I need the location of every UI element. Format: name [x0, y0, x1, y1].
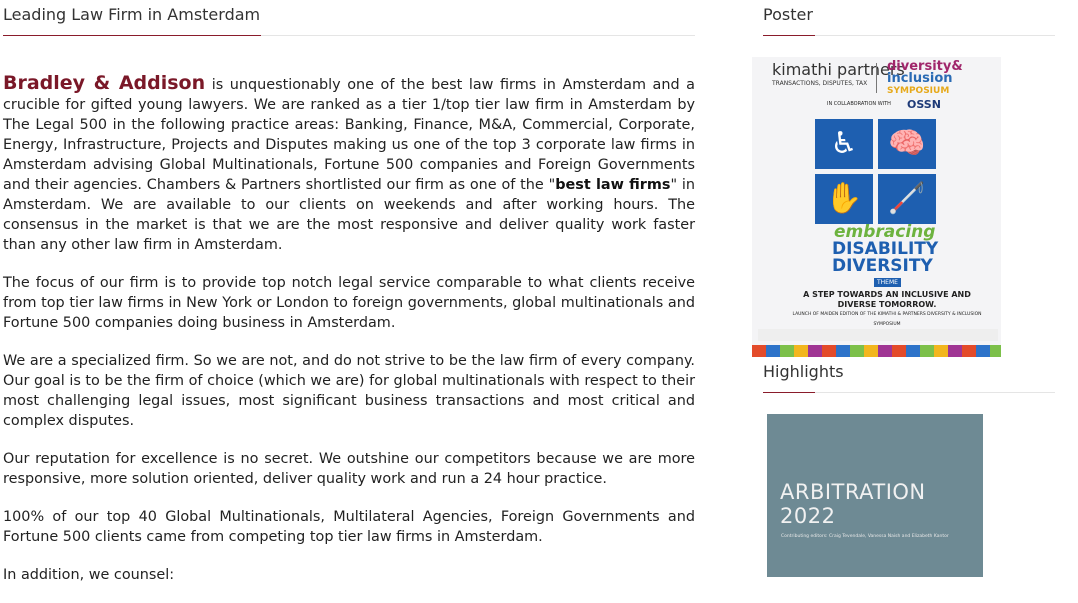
page-heading: Leading Law Firm in Amsterdam: [3, 0, 695, 36]
sign-language-icon: ✋: [815, 174, 873, 224]
highlights-heading-text: Highlights: [763, 362, 844, 381]
highlight-title: ARBITRATION 2022: [780, 480, 926, 528]
tagline-text: A STEP TOWARDS AN INCLUSIVE AND DIVERSE …: [803, 290, 971, 309]
main-column: Leading Law Firm in Amsterdam Bradley & …: [3, 0, 695, 603]
page-heading-text: Leading Law Firm in Amsterdam: [3, 5, 261, 24]
sponsor-logos: [758, 329, 998, 341]
highlight-title-line2: 2022: [780, 504, 836, 528]
sidebar: Poster Highlights: [763, 0, 1055, 393]
kimathi-partners-logo: kimathi partners TRANSACTIONS, DISPUTES,…: [772, 62, 905, 91]
wheelchair-icon: ♿: [815, 119, 873, 169]
tagline-sub: LAUNCH OF MAIDEN EDITION OF THE KIMATHI …: [792, 312, 982, 327]
highlights-heading-underline: [763, 392, 815, 393]
highlights-heading: Highlights: [763, 357, 1055, 393]
logo-divider: [876, 63, 877, 93]
diversity-inclusion-logo: diversity& inclusion SYMPOSIUM: [887, 60, 963, 97]
poster-headline: DISABILITY DIVERSITY: [832, 241, 938, 275]
paragraph-reputation: Our reputation for excellence is no secr…: [3, 451, 695, 487]
poster-heading-underline: [763, 35, 815, 36]
paragraph-focus: The focus of our firm is to provide top …: [3, 275, 695, 331]
logo-left-sub: TRANSACTIONS, DISPUTES, TAX: [772, 80, 868, 87]
best-law-firms-emphasis: best law firms: [555, 177, 671, 193]
arbitration-2022-cover[interactable]: ARBITRATION 2022 Contributing editors: C…: [767, 414, 983, 577]
poster-heading-text: Poster: [763, 5, 813, 24]
brain-icon: 🧠: [878, 119, 936, 169]
highlight-editors: Contributing editors: Craig Tevendale, V…: [781, 534, 949, 539]
heading-underline: [3, 35, 261, 36]
paragraph-specialized: We are a specialized firm. So we are not…: [3, 353, 695, 429]
diversity-text: DIVERSITY: [832, 256, 933, 276]
paragraph-intro: Bradley & Addison is unquestionably one …: [3, 73, 695, 255]
logo-right-2: inclusion: [887, 71, 953, 86]
paragraph-intro-text: is unquestionably one of the best law fi…: [3, 77, 695, 193]
collab-text: IN COLLABORATION WITH: [827, 101, 891, 107]
ossn-logo: OSSN: [907, 98, 941, 111]
paragraph-counsel: In addition, we counsel:: [3, 567, 175, 583]
brand-name: Bradley & Addison: [3, 72, 206, 94]
symposium-poster[interactable]: kimathi partners TRANSACTIONS, DISPUTES,…: [752, 57, 1001, 357]
poster-heading: Poster: [763, 0, 1055, 36]
poster-tagline: A STEP TOWARDS AN INCLUSIVE AND DIVERSE …: [792, 290, 982, 330]
highlight-title-line1: ARBITRATION: [780, 480, 926, 504]
blind-person-icon: 🦯: [878, 174, 936, 224]
theme-label: THEME: [874, 278, 901, 287]
article-body: Bradley & Addison is unquestionably one …: [3, 73, 695, 585]
logo-right-3: SYMPOSIUM: [887, 86, 950, 96]
paragraph-clients: 100% of our top 40 Global Multinationals…: [3, 509, 695, 545]
poster-stripe: [752, 345, 1001, 357]
